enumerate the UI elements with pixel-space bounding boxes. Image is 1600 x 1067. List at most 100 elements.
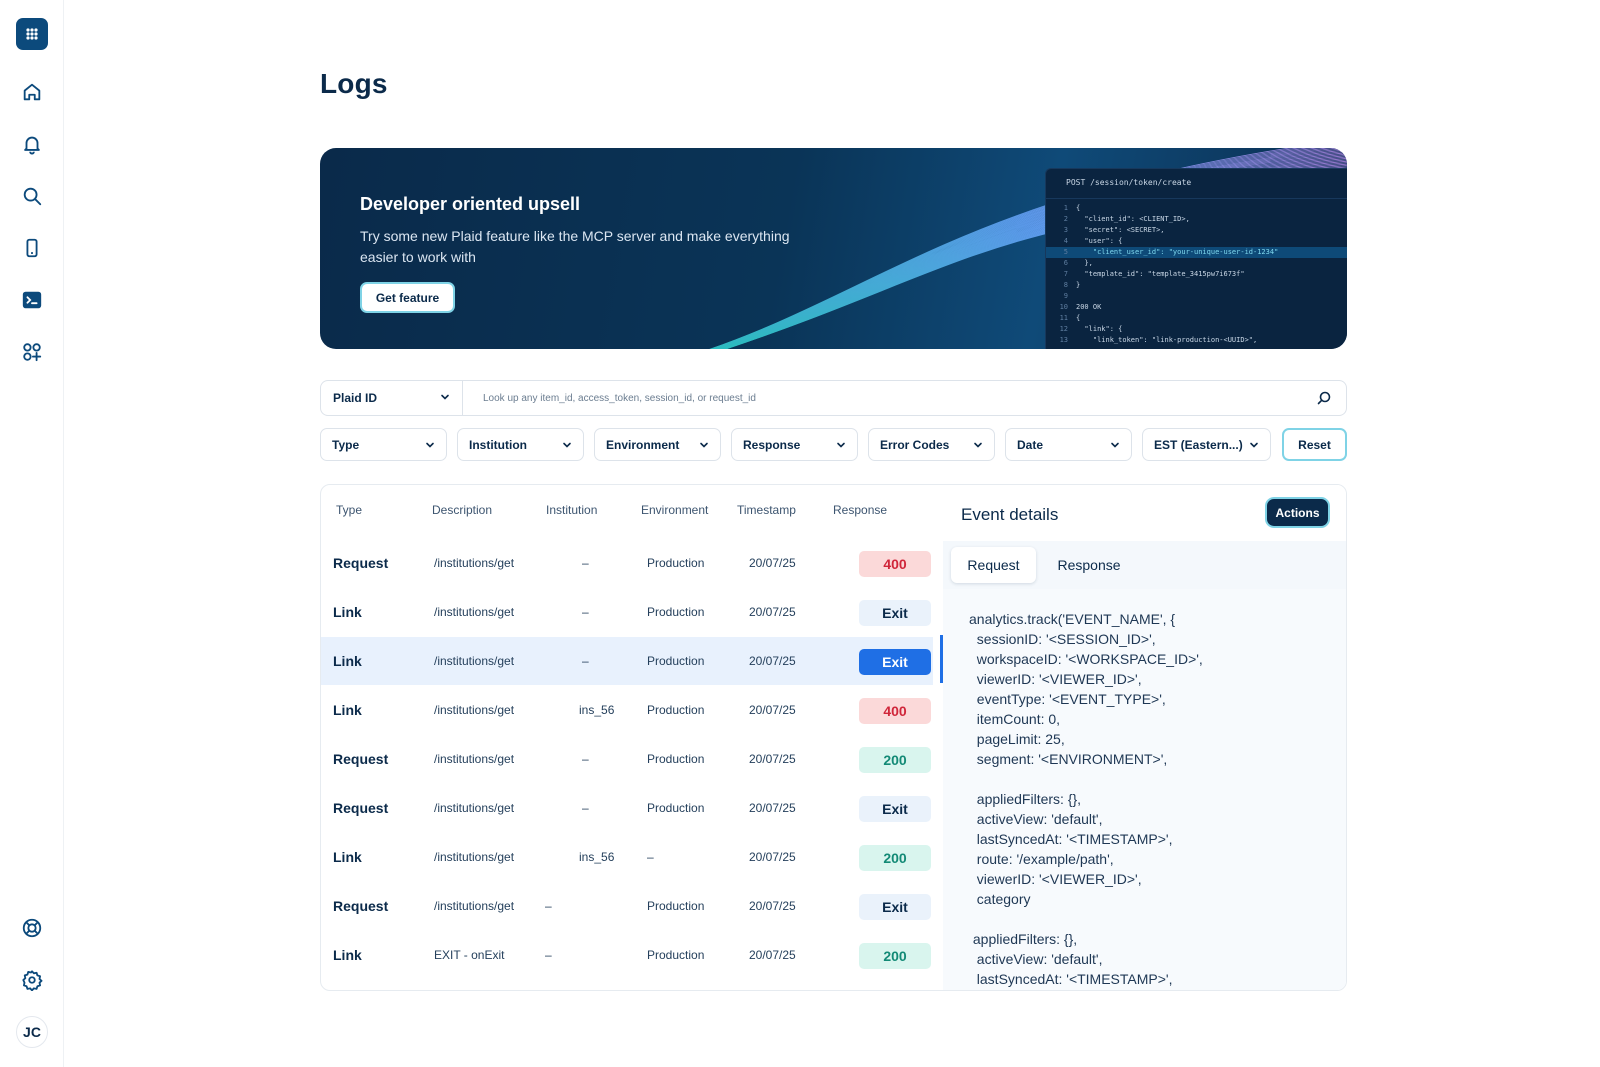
cell-timestamp: 20/07/25 bbox=[749, 605, 796, 619]
bell-icon[interactable] bbox=[20, 132, 44, 156]
code-line-text: "link_token": "link-production-<UUID>", bbox=[1076, 336, 1258, 344]
code-line: 5 "client_user_id": "your-unique-user-id… bbox=[1046, 247, 1347, 258]
search-input[interactable] bbox=[473, 381, 1293, 415]
code-line-number: 1 bbox=[1063, 204, 1068, 212]
cell-environment: Production bbox=[647, 605, 705, 619]
code-line-text: { bbox=[1076, 314, 1081, 322]
plaid-logo-icon[interactable] bbox=[16, 18, 48, 50]
search-type-select[interactable]: Plaid ID bbox=[321, 381, 463, 415]
code-line-number: 13 bbox=[1059, 336, 1068, 344]
code-line: 7 "template_id": "template_3415pw7i673f" bbox=[1046, 269, 1347, 280]
filter-response[interactable]: Response bbox=[731, 428, 858, 461]
search-type-label: Plaid ID bbox=[333, 391, 378, 405]
filter-label: EST (Eastern...) bbox=[1154, 437, 1243, 452]
cell-type: Request bbox=[333, 555, 389, 571]
code-line-number: 8 bbox=[1063, 281, 1068, 289]
home-icon[interactable] bbox=[20, 80, 44, 104]
table-row[interactable]: Request/institutions/get – Production 20/07… bbox=[321, 539, 933, 587]
table-row[interactable]: Request/institutions/get – Production 20/07… bbox=[321, 735, 933, 783]
table-row[interactable]: Link/institutions/get – Production 20/07/25… bbox=[321, 588, 933, 636]
cell-description: /institutions/get bbox=[434, 850, 515, 864]
code-line: 12 "link": { bbox=[1046, 324, 1347, 335]
gear-icon[interactable] bbox=[20, 968, 44, 992]
cell-type: Link bbox=[333, 947, 362, 963]
actions-button[interactable]: Actions bbox=[1265, 497, 1330, 528]
cell-description: /institutions/get bbox=[434, 752, 515, 766]
chevron-down-icon bbox=[1250, 442, 1258, 448]
avatar[interactable]: JC bbox=[16, 1016, 48, 1048]
column-header-environment: Environment bbox=[641, 503, 709, 517]
response-badge: 200 bbox=[859, 845, 931, 871]
filter-label: Date bbox=[1017, 437, 1044, 452]
code-line-number: 3 bbox=[1063, 226, 1068, 234]
cell-environment: Production bbox=[647, 899, 705, 913]
event-details-title: Event details bbox=[961, 505, 1059, 524]
response-badge: Exit bbox=[859, 600, 931, 626]
code-line-number: 5 bbox=[1063, 248, 1068, 256]
code-line: 3 "secret": <SECRET>, bbox=[1046, 225, 1347, 236]
response-badge: 200 bbox=[859, 943, 931, 969]
table-row[interactable]: Request/institutions/get – Production 20/07… bbox=[321, 784, 933, 832]
cell-timestamp: 20/07/25 bbox=[749, 801, 796, 815]
filter-label: Response bbox=[743, 437, 801, 452]
cell-description: /institutions/get bbox=[434, 605, 515, 619]
code-line-text: "secret": <SECRET>, bbox=[1076, 226, 1165, 234]
table-row[interactable]: Link/institutions/get ins_56 Production 20/… bbox=[321, 686, 933, 734]
filter-institution[interactable]: Institution bbox=[457, 428, 584, 461]
table-row[interactable]: Request/institutions/get – Production 20/07… bbox=[321, 882, 933, 930]
code-line-text: "client_user_id": "your-unique-user-id-1… bbox=[1076, 248, 1279, 256]
cell-description: /institutions/get bbox=[434, 703, 515, 717]
lifebuoy-icon[interactable] bbox=[20, 916, 44, 940]
cell-institution: – bbox=[545, 899, 552, 913]
code-line-number: 10 bbox=[1059, 303, 1068, 311]
table-row[interactable]: Link EXIT - onExit – Production 20/07/25 200 bbox=[321, 931, 933, 979]
code-line-text: } bbox=[1076, 281, 1081, 289]
filter-label: Error Codes bbox=[880, 437, 950, 452]
filter-type[interactable]: Type bbox=[320, 428, 447, 461]
chevron-down-icon bbox=[837, 442, 845, 448]
get-feature-button[interactable]: Get feature bbox=[360, 282, 455, 313]
terminal-icon[interactable] bbox=[20, 288, 44, 312]
filter-timezone[interactable]: EST (Eastern...) bbox=[1142, 428, 1271, 461]
code-line-number: 4 bbox=[1063, 237, 1068, 245]
cell-type: Request bbox=[333, 800, 389, 816]
event-code-text: analytics.track('EVENT_NAME', { sessionI… bbox=[969, 611, 1203, 987]
search-icon[interactable] bbox=[20, 184, 44, 208]
column-header-description: Description bbox=[432, 503, 493, 517]
sidebar: JC bbox=[0, 0, 64, 1067]
table-row[interactable]: Link/institutions/get – Production 20/07/25… bbox=[321, 637, 933, 685]
cell-institution: ins_56 bbox=[579, 850, 615, 864]
event-code-viewer: analytics.track('EVENT_NAME', { sessionI… bbox=[943, 589, 1346, 990]
cell-timestamp: 20/07/25 bbox=[749, 899, 796, 913]
code-line-text: }, bbox=[1076, 259, 1093, 267]
code-line-number: 6 bbox=[1063, 259, 1068, 267]
column-header-institution: Institution bbox=[546, 503, 598, 517]
page-title: Logs bbox=[320, 68, 388, 99]
filter-date[interactable]: Date bbox=[1005, 428, 1132, 461]
event-details-panel: Event details Actions Request Response a… bbox=[943, 485, 1346, 990]
cell-environment: Production bbox=[647, 556, 705, 570]
search-bar: Plaid ID bbox=[320, 380, 1347, 416]
tab-request[interactable]: Request bbox=[951, 547, 1036, 583]
filter-label: Environment bbox=[606, 437, 680, 452]
column-header-response: Response bbox=[833, 503, 888, 517]
chevron-down-icon bbox=[700, 442, 708, 448]
filter-environment[interactable]: Environment bbox=[594, 428, 721, 461]
code-line: 13 "link_token": "link-production-<UUID>… bbox=[1046, 335, 1347, 346]
tab-response[interactable]: Response bbox=[1044, 547, 1134, 583]
banner-text: Try some new Plaid feature like the MCP … bbox=[360, 228, 790, 265]
search-icon[interactable] bbox=[1316, 390, 1332, 406]
cell-type: Request bbox=[333, 898, 389, 914]
filter-error-codes[interactable]: Error Codes bbox=[868, 428, 995, 461]
phone-icon[interactable] bbox=[20, 236, 44, 260]
chevron-down-icon bbox=[974, 442, 982, 448]
response-badge: Exit bbox=[859, 796, 931, 822]
code-line-number: 7 bbox=[1063, 270, 1068, 278]
reset-button[interactable]: Reset bbox=[1282, 428, 1347, 461]
cell-timestamp: 20/07/25 bbox=[749, 556, 796, 570]
cell-institution: – bbox=[582, 605, 589, 619]
response-badge: Exit bbox=[859, 894, 931, 920]
apps-plus-icon[interactable] bbox=[20, 340, 44, 364]
code-line: 2 "client_id": <CLIENT_ID>, bbox=[1046, 214, 1347, 225]
table-row[interactable]: Link/institutions/get ins_56 – 20/07/25 200 bbox=[321, 833, 933, 881]
